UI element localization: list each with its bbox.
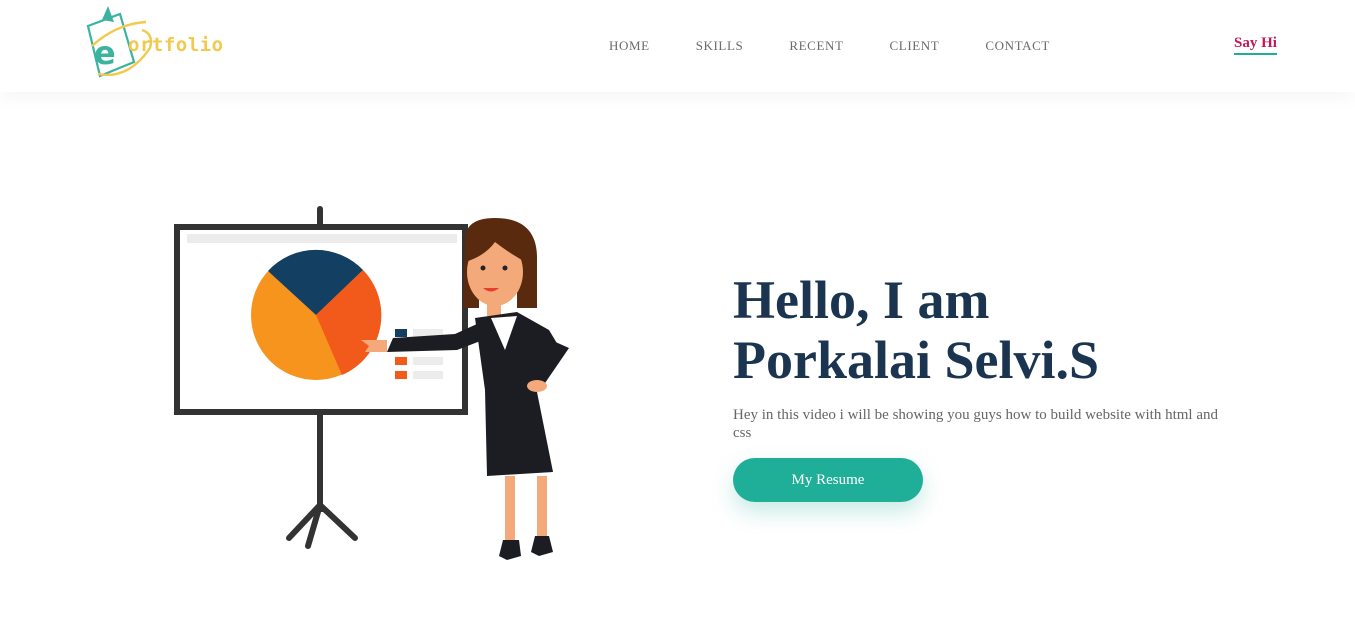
eportfolio-logo[interactable]: e ortfolio	[80, 4, 240, 84]
nav-recent[interactable]: RECENT	[789, 38, 843, 54]
my-resume-button[interactable]: My Resume	[733, 458, 923, 502]
presenter-illustration	[165, 200, 595, 570]
hero-title: Hello, I am Porkalai Selvi.S	[733, 270, 1099, 390]
hero-description: Hey in this video i will be showing you …	[733, 407, 1218, 441]
hero-title-line2: Porkalai Selvi.S	[733, 330, 1100, 390]
hero-title-line1: Hello, I am	[733, 270, 990, 330]
site-header: e ortfolio HOME SKILLS RECENT CLIENT CON…	[0, 0, 1355, 92]
nav-home[interactable]: HOME	[609, 38, 650, 54]
nav-contact[interactable]: CONTACT	[985, 38, 1050, 54]
logo-letter: e	[94, 34, 116, 72]
logo-text: ortfolio	[128, 34, 224, 56]
pie-chart-icon	[251, 249, 382, 380]
nav-client[interactable]: CLIENT	[890, 38, 940, 54]
say-hi-link[interactable]: Say Hi	[1234, 35, 1277, 55]
nav-skills[interactable]: SKILLS	[696, 38, 744, 54]
main-nav: HOME SKILLS RECENT CLIENT CONTACT	[609, 38, 1096, 54]
